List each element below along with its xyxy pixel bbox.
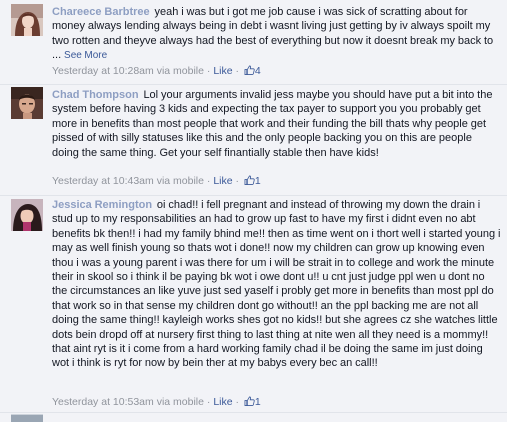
- separator: ·: [235, 396, 240, 408]
- comment: Jessica Remington oi chad!! i fell pregn…: [0, 195, 507, 413]
- avatar[interactable]: [11, 4, 43, 36]
- separator: ·: [206, 65, 211, 77]
- avatar[interactable]: [11, 199, 43, 231]
- comment: Chareece Barbtree yeah i was but i got m…: [0, 0, 507, 85]
- comment-author[interactable]: Chad Thompson: [52, 89, 139, 101]
- see-more-link[interactable]: See More: [64, 50, 107, 61]
- like-count[interactable]: 4: [242, 65, 261, 77]
- separator: ·: [235, 65, 240, 77]
- like-count-value: 1: [254, 175, 261, 187]
- comment-author[interactable]: Chareece Barbtree: [52, 6, 150, 18]
- like-count[interactable]: 1: [242, 175, 261, 187]
- thumbs-up-icon: [244, 396, 255, 406]
- comment-meta: Yesterday at 10:53am via mobile · Like ·…: [52, 395, 261, 409]
- like-count[interactable]: 1: [242, 396, 261, 408]
- separator: ·: [206, 175, 211, 187]
- like-count-value: 1: [254, 396, 261, 408]
- comment-timestamp[interactable]: Yesterday at 10:28am: [52, 65, 154, 77]
- comment-body: Jessica Remington oi chad!! i fell pregn…: [52, 198, 501, 371]
- comment-source: via mobile: [156, 65, 204, 77]
- separator: ·: [206, 396, 211, 408]
- comment-body: Chad Thompson Lol your arguments invalid…: [52, 88, 501, 160]
- comment-meta: Yesterday at 10:43am via mobile · Like ·…: [52, 174, 261, 188]
- comment: Chad Thompson Lol your arguments invalid…: [0, 84, 507, 196]
- comment-meta: Yesterday at 10:28am via mobile · Like ·…: [52, 64, 261, 78]
- comment-timestamp[interactable]: Yesterday at 10:53am: [52, 396, 154, 408]
- comment-source: via mobile: [156, 396, 204, 408]
- like-button[interactable]: Like: [213, 396, 232, 408]
- avatar[interactable]: [11, 87, 43, 119]
- comment-author[interactable]: Jessica Remington: [52, 199, 152, 211]
- like-button[interactable]: Like: [213, 175, 232, 187]
- thumbs-up-icon: [244, 65, 255, 75]
- comment-source: via mobile: [156, 175, 204, 187]
- like-count-value: 4: [254, 65, 261, 77]
- avatar-photo: [11, 87, 43, 119]
- separator: ·: [235, 175, 240, 187]
- like-button[interactable]: Like: [213, 65, 232, 77]
- comment-body: Chareece Barbtree yeah i was but i got m…: [52, 5, 501, 64]
- comment-text: oi chad!! i fell pregnant and instead of…: [52, 199, 501, 370]
- comment-feed: Chareece Barbtree yeah i was but i got m…: [0, 0, 507, 422]
- avatar-photo: [11, 199, 43, 231]
- avatar-photo: [11, 4, 43, 36]
- thumbs-up-icon: [244, 175, 255, 185]
- comment-timestamp[interactable]: Yesterday at 10:43am: [52, 175, 154, 187]
- avatar[interactable]: [11, 414, 43, 422]
